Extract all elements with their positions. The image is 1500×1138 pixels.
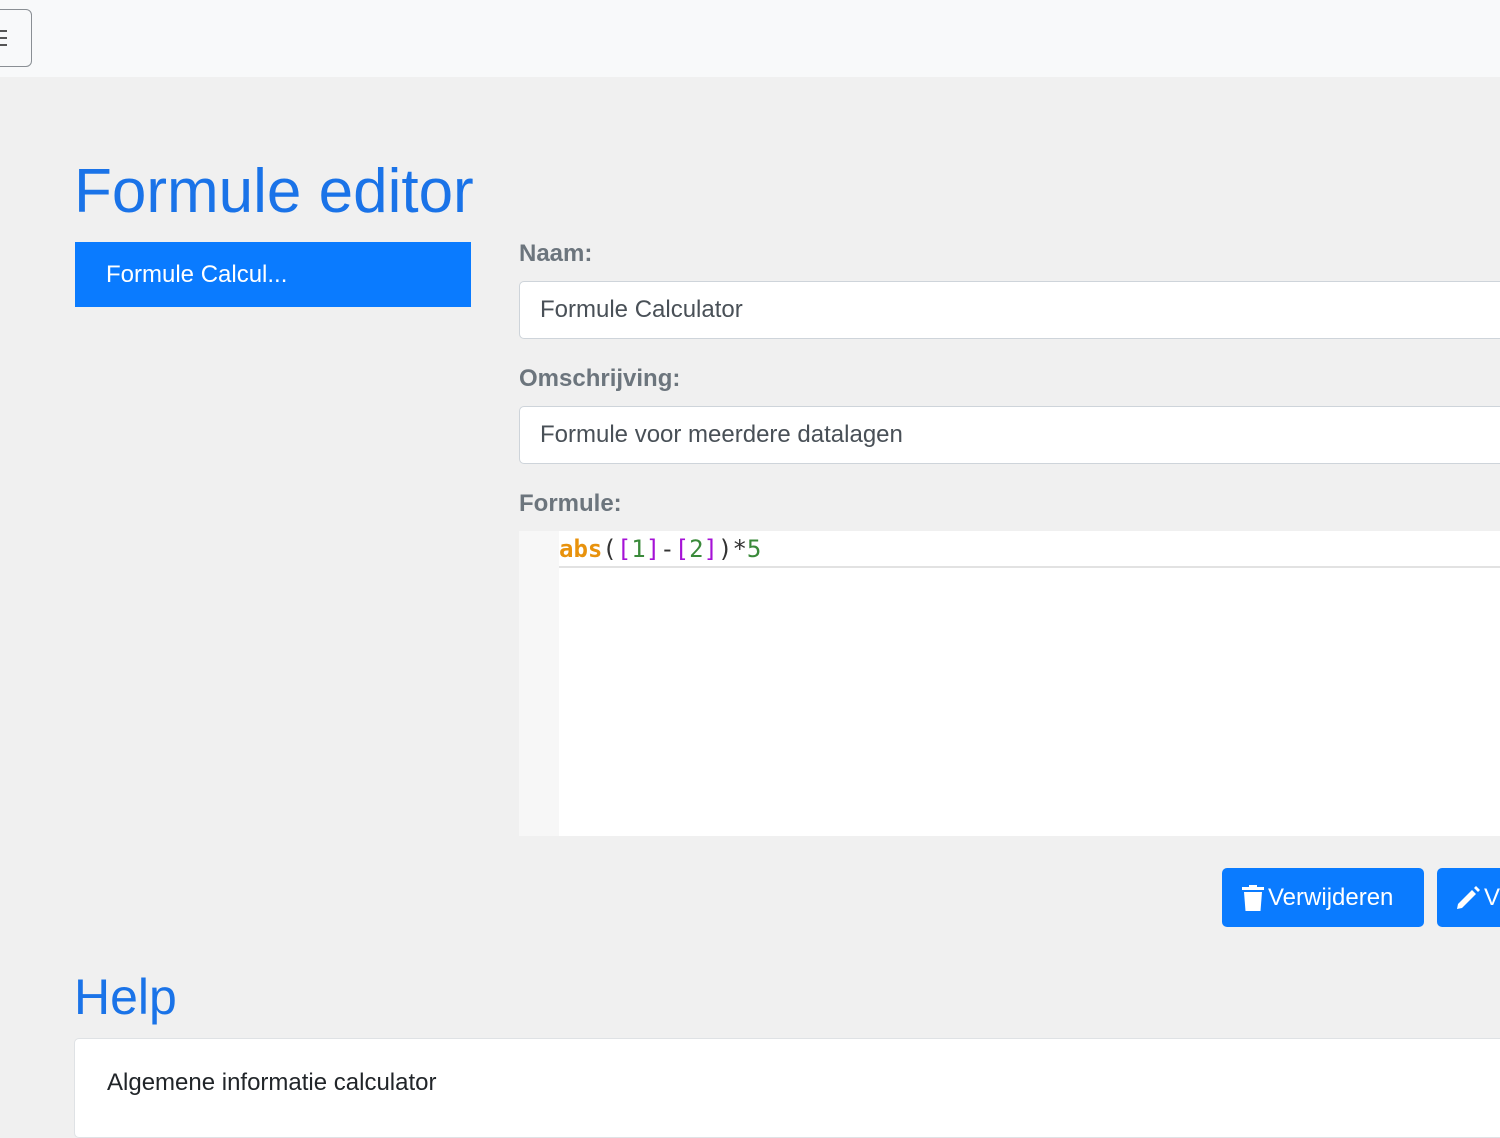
- description-input[interactable]: [519, 406, 1500, 464]
- code-line[interactable]: abs([1]-[2])*5: [559, 531, 1500, 568]
- code-token-bracket: [: [616, 535, 632, 563]
- code-token-op: (: [602, 535, 617, 563]
- code-token-func: abs: [559, 535, 603, 563]
- pencil-icon: [1457, 886, 1480, 909]
- help-title: Help: [74, 969, 177, 1025]
- menu-toggle-button[interactable]: [0, 9, 32, 67]
- code-token-op: ): [717, 535, 733, 563]
- formula-label: Formule:: [519, 490, 622, 517]
- delete-button[interactable]: Verwijderen: [1222, 868, 1424, 927]
- page-title: Formule editor: [74, 157, 474, 226]
- code-gutter: [519, 531, 559, 836]
- code-token-bracket: ]: [645, 535, 661, 563]
- description-label: Omschrijving:: [519, 365, 681, 392]
- edit-button-label: V: [1484, 884, 1500, 911]
- code-token-bracket: ]: [703, 535, 718, 563]
- trash-icon: [1242, 885, 1264, 911]
- code-token-op: -: [660, 535, 675, 563]
- code-token-num: 2: [689, 535, 704, 563]
- top-navbar: [0, 0, 1500, 77]
- formula-code-editor[interactable]: abs([1]-[2])*5: [519, 531, 1500, 836]
- code-token-num: 5: [746, 535, 762, 563]
- formula-list-item[interactable]: Formule Calcul...: [75, 242, 471, 307]
- help-card: Algemene informatie calculator: [74, 1038, 1500, 1138]
- edit-button[interactable]: V: [1437, 868, 1500, 927]
- code-token-bracket: [: [674, 535, 690, 563]
- help-card-header[interactable]: Algemene informatie calculator: [107, 1069, 437, 1097]
- name-input[interactable]: [519, 281, 1500, 339]
- code-token-num: 1: [631, 535, 646, 563]
- code-token-op: *: [732, 535, 747, 563]
- name-label: Naam:: [519, 240, 593, 267]
- delete-button-label: Verwijderen: [1268, 884, 1394, 911]
